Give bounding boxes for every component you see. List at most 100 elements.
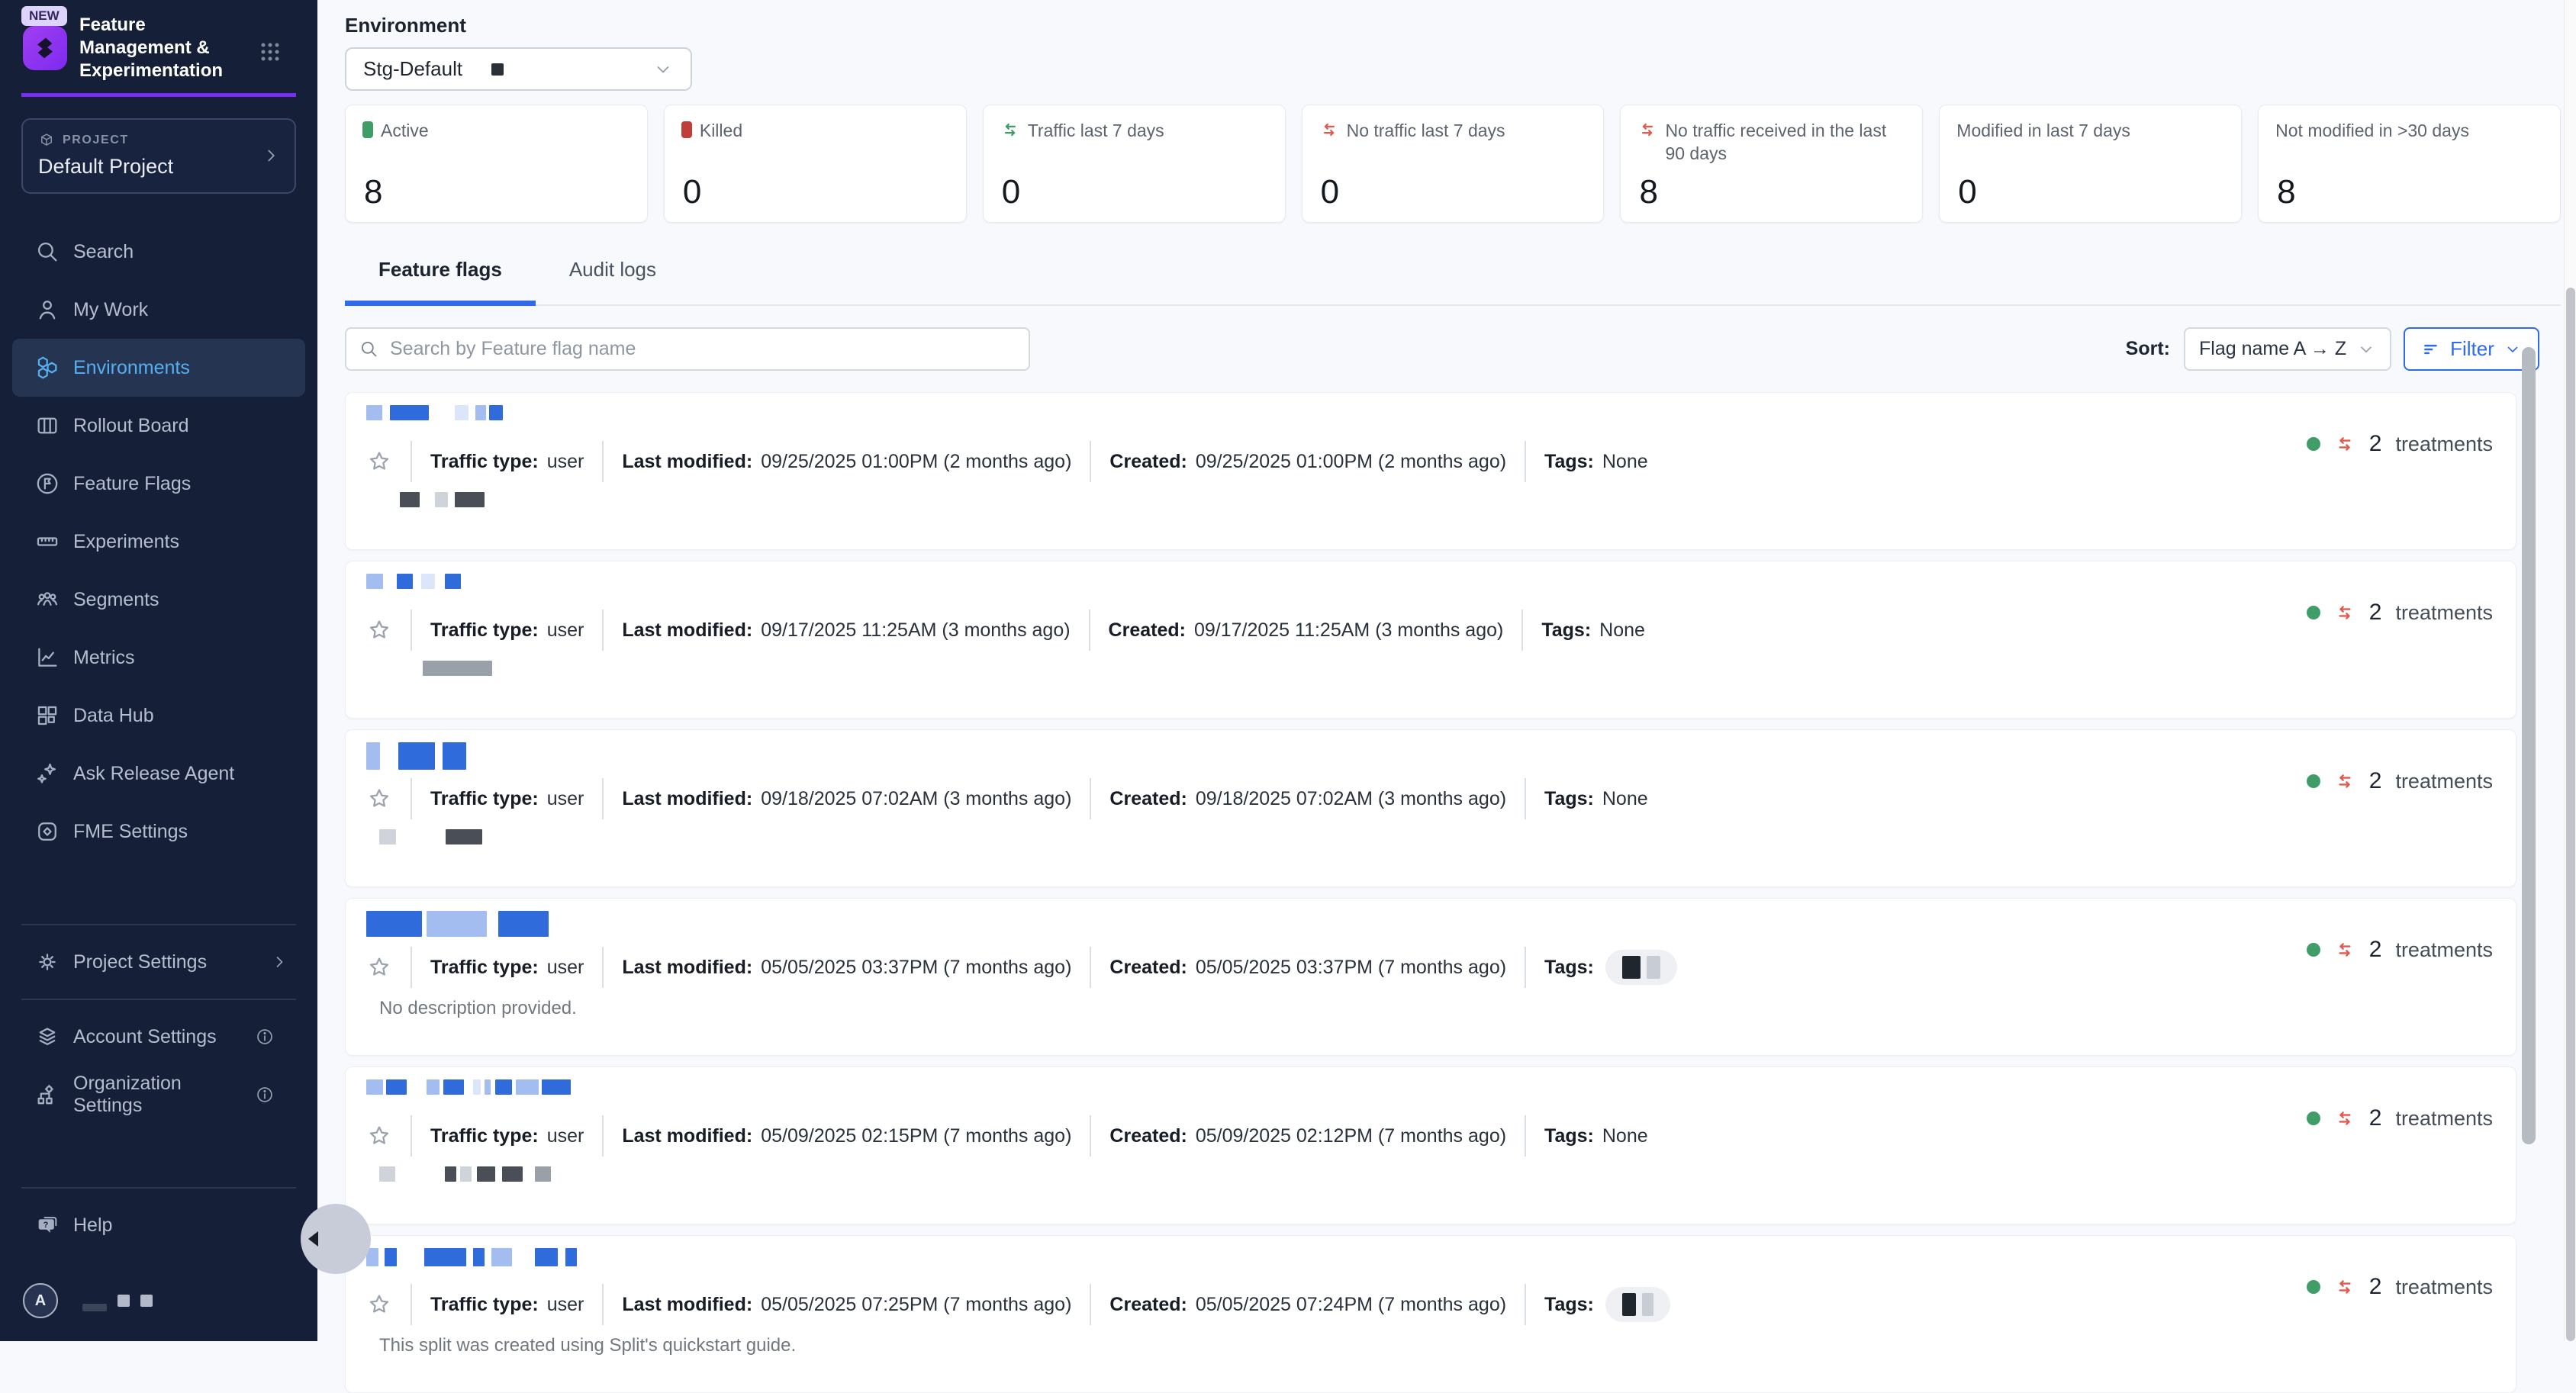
redacted-block [385, 1248, 397, 1266]
sidebar-item-ask-release-agent[interactable]: Ask Release Agent [12, 745, 305, 803]
meta-label: Created: [1109, 1125, 1187, 1147]
info-icon[interactable] [255, 1085, 275, 1105]
sidebar-collapse-handle[interactable] [301, 1204, 371, 1274]
divider [1525, 1284, 1526, 1325]
flag-name-redacted[interactable] [366, 742, 466, 770]
sidebar: NEW Feature Management & Experimentation… [0, 0, 317, 1341]
meta-segment: Traffic type:user [430, 451, 584, 473]
sidebar-item-organization-settings[interactable]: Organization Settings [12, 1066, 305, 1124]
chevron-down-icon [2356, 339, 2376, 359]
tag-pill-redacted [1605, 1287, 1670, 1322]
meta-value: 09/18/2025 07:02AM (3 months ago) [1196, 788, 1506, 810]
list-toolbar: Sort: Flag name A → Z Filter [345, 327, 2561, 371]
meta-label: Last modified: [622, 788, 752, 810]
tab-feature-flags[interactable]: Feature flags [345, 241, 536, 304]
info-icon[interactable] [255, 1027, 275, 1047]
meta-segment: Created:09/25/2025 01:00PM (2 months ago… [1109, 451, 1506, 473]
flag-name-redacted[interactable] [366, 405, 503, 420]
environment-select[interactable]: Stg-Default [345, 47, 692, 91]
hexagons-icon [34, 355, 60, 381]
sidebar-item-segments[interactable]: Segments [12, 571, 305, 629]
sidebar-item-data-hub[interactable]: Data Hub [12, 687, 305, 745]
sidebar-item-fme-settings[interactable]: FME Settings [12, 803, 305, 861]
divider [1525, 778, 1526, 819]
feature-flag-list: Traffic type:userLast modified:09/25/202… [345, 392, 2516, 1393]
star-icon[interactable] [366, 954, 392, 980]
meta-label: Tags: [1544, 451, 1594, 473]
meta-segment: Last modified: 09/18/2025 07:02AM (3 mont… [622, 788, 1071, 810]
flag-meta-row: Traffic type:userLast modified:05/05/202… [361, 1283, 1670, 1326]
redacted-block [427, 1079, 440, 1095]
flag-status-cluster: 2treatments [2307, 768, 2493, 794]
sidebar-item-account-settings[interactable]: Account Settings [12, 1008, 305, 1066]
meta-label: Traffic type: [430, 451, 539, 473]
ruler-icon [34, 529, 60, 555]
user-account-row[interactable]: A [12, 1274, 305, 1327]
flag-row[interactable]: Traffic type:userLast modified:09/25/202… [345, 392, 2516, 550]
star-icon[interactable] [366, 786, 392, 812]
sidebar-item-my-work[interactable]: My Work [12, 281, 305, 339]
sidebar-item-rollout-board[interactable]: Rollout Board [12, 397, 305, 455]
flag-row[interactable]: Traffic type:userLast modified:05/05/202… [345, 1235, 2516, 1393]
flag-row[interactable]: Traffic type:userLast modified:05/05/202… [345, 898, 2516, 1056]
sidebar-item-experiments[interactable]: Experiments [12, 513, 305, 571]
meta-segment: Tags:None [1544, 1125, 1648, 1147]
redacted-block [366, 405, 382, 420]
stat-card-value: 0 [1321, 173, 1339, 211]
star-icon[interactable] [366, 617, 392, 643]
redacted-user-meta [118, 1295, 130, 1307]
treatments-count: 2 [2369, 1105, 2382, 1131]
filter-button[interactable]: Filter [2404, 327, 2539, 371]
avatar[interactable]: A [23, 1283, 58, 1318]
divider [1090, 1115, 1091, 1157]
meta-value: user [547, 619, 584, 642]
star-icon[interactable] [366, 1292, 392, 1317]
split-logo-icon [23, 26, 67, 70]
meta-value: 09/17/2025 11:25AM (3 months ago) [1194, 619, 1503, 642]
redacted-block [421, 574, 435, 589]
flag-name-redacted[interactable] [366, 911, 549, 937]
meta-value: 09/18/2025 07:02AM (3 months ago) [761, 788, 1071, 810]
flag-status-cluster: 2treatments [2307, 600, 2493, 626]
project-name: Default Project [38, 155, 279, 179]
star-icon[interactable] [366, 449, 392, 475]
flag-meta-row: Traffic type:userLast modified:05/09/202… [361, 1115, 1648, 1157]
search-box[interactable] [345, 327, 1030, 371]
meta-value: 05/05/2025 03:37PM (7 months ago) [1196, 957, 1506, 979]
meta-segment: Last modified:09/17/2025 11:25AM (3 mont… [622, 619, 1070, 642]
swap-arrows-icon [2334, 770, 2355, 792]
sidebar-item-feature-flags[interactable]: Feature Flags [12, 455, 305, 513]
sidebar-nav: SearchMy WorkEnvironmentsRollout BoardFe… [0, 223, 317, 861]
board-icon [34, 413, 60, 439]
tab-audit-logs[interactable]: Audit logs [536, 241, 690, 304]
project-selector[interactable]: PROJECT Default Project [21, 118, 296, 194]
meta-segment: Last modified:05/05/2025 03:37PM (7 mont… [622, 957, 1071, 979]
sidebar-item-search[interactable]: Search [12, 223, 305, 281]
search-input[interactable] [388, 337, 1016, 361]
star-icon[interactable] [366, 1123, 392, 1149]
flag-name-redacted[interactable] [366, 1248, 577, 1266]
sidebar-item-metrics[interactable]: Metrics [12, 629, 305, 687]
divider [411, 1115, 412, 1157]
flag-row[interactable]: Traffic type:userLast modified:09/17/202… [345, 561, 2516, 719]
sidebar-item-project-settings[interactable]: Project Settings [12, 933, 305, 991]
meta-label: Tags: [1544, 957, 1594, 979]
meta-segment: Tags: [1544, 950, 1677, 985]
tag-pill-redacted [1605, 950, 1677, 985]
redacted-block [502, 1166, 523, 1182]
stat-card-label: Not modified in >30 days [2275, 119, 2469, 142]
new-badge: NEW [21, 6, 67, 26]
meta-segment: Created:09/17/2025 11:25AM (3 months ago… [1109, 619, 1504, 642]
stats-row: Active8Killed0Traffic last 7 days0No tra… [345, 105, 2561, 223]
flag-name-redacted[interactable] [366, 1079, 571, 1095]
app-grid-icon[interactable] [256, 38, 284, 66]
list-scrollbar-thumb[interactable] [2522, 347, 2536, 1144]
window-scrollbar-thumb[interactable] [2566, 288, 2575, 1341]
divider [411, 778, 412, 819]
sidebar-item-environments[interactable]: Environments [12, 339, 305, 397]
sort-select[interactable]: Flag name A → Z [2184, 327, 2391, 371]
flag-row[interactable]: Traffic type:userLast modified:05/09/202… [345, 1066, 2516, 1224]
flag-row[interactable]: Traffic type:userLast modified:09/18/202… [345, 729, 2516, 887]
flag-name-redacted[interactable] [366, 574, 461, 589]
sidebar-item-help[interactable]: ? Help [12, 1196, 305, 1254]
